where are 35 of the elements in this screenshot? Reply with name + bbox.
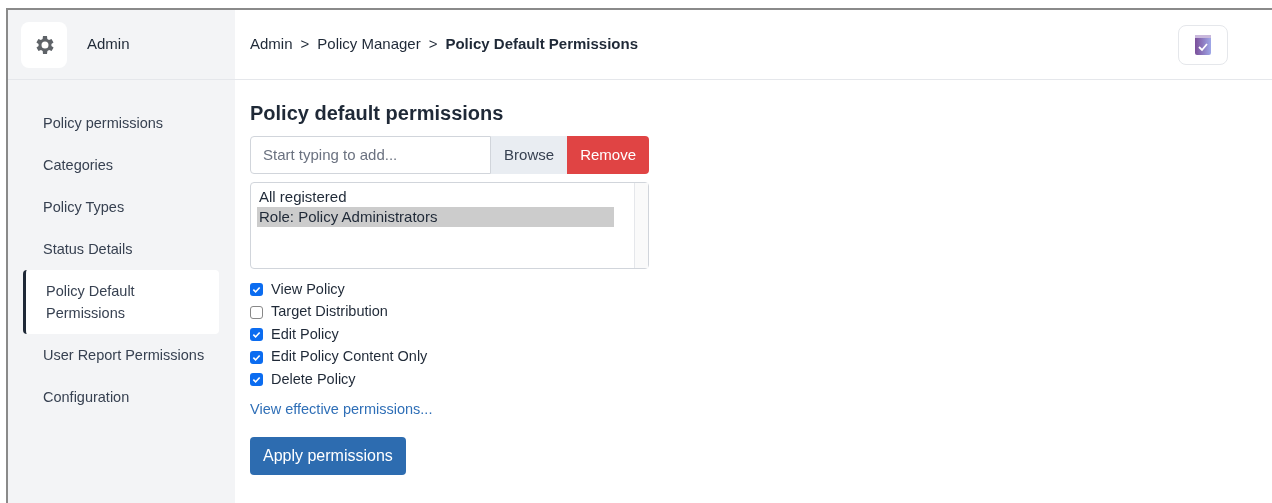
add-principal-field[interactable]: Start typing to add...	[250, 136, 492, 174]
apply-permissions-button[interactable]: Apply permissions	[250, 437, 406, 476]
principal-listbox[interactable]: All registered Role: Policy Administrators	[250, 182, 649, 269]
permission-checkbox[interactable]	[250, 328, 263, 342]
permission-label: Delete Policy	[271, 369, 356, 389]
browse-button[interactable]: Browse	[491, 136, 568, 174]
gear-icon[interactable]	[21, 21, 67, 68]
principal-option[interactable]: Role: Policy Administrators	[257, 207, 614, 227]
page-heading: Policy default permissions	[250, 101, 504, 126]
sidebar-item[interactable]: Policy Types	[23, 186, 219, 228]
breadcrumb-separator: >	[428, 34, 438, 55]
permission-checkbox[interactable]	[250, 350, 263, 364]
permission-label: Target Distribution	[271, 302, 388, 322]
permission-label: Edit Policy	[271, 324, 339, 344]
permission-checkbox[interactable]	[250, 373, 263, 387]
sidebar-item[interactable]: Status Details	[23, 228, 219, 270]
book-check-icon	[1194, 33, 1212, 56]
permission-label: View Policy	[271, 279, 345, 299]
breadcrumb-link[interactable]: Policy Manager	[317, 33, 421, 56]
principal-option[interactable]: All registered	[257, 187, 614, 207]
breadcrumb-current: Policy Default Permissions	[445, 34, 639, 55]
checklist-book-button[interactable]	[1178, 24, 1228, 65]
sidebar-item[interactable]: Categories	[23, 144, 219, 186]
breadcrumb-separator: >	[300, 34, 310, 55]
permission-label: Edit Policy Content Only	[271, 347, 428, 367]
sidebar-item[interactable]: Policy Default Permissions	[23, 270, 219, 334]
sidebar-item[interactable]: Policy permissions	[23, 102, 219, 144]
breadcrumb-link[interactable]: Admin	[250, 33, 293, 56]
remove-button[interactable]: Remove	[567, 136, 649, 174]
effective-permissions-link[interactable]: View effective permissions...	[250, 398, 433, 421]
sidebar-item[interactable]: User Report Permissions	[23, 334, 219, 376]
sidebar-item[interactable]: Configuration	[23, 376, 219, 418]
app-title: Admin	[87, 34, 130, 55]
permission-checkbox[interactable]	[250, 305, 263, 319]
permission-checkbox[interactable]	[250, 283, 263, 297]
